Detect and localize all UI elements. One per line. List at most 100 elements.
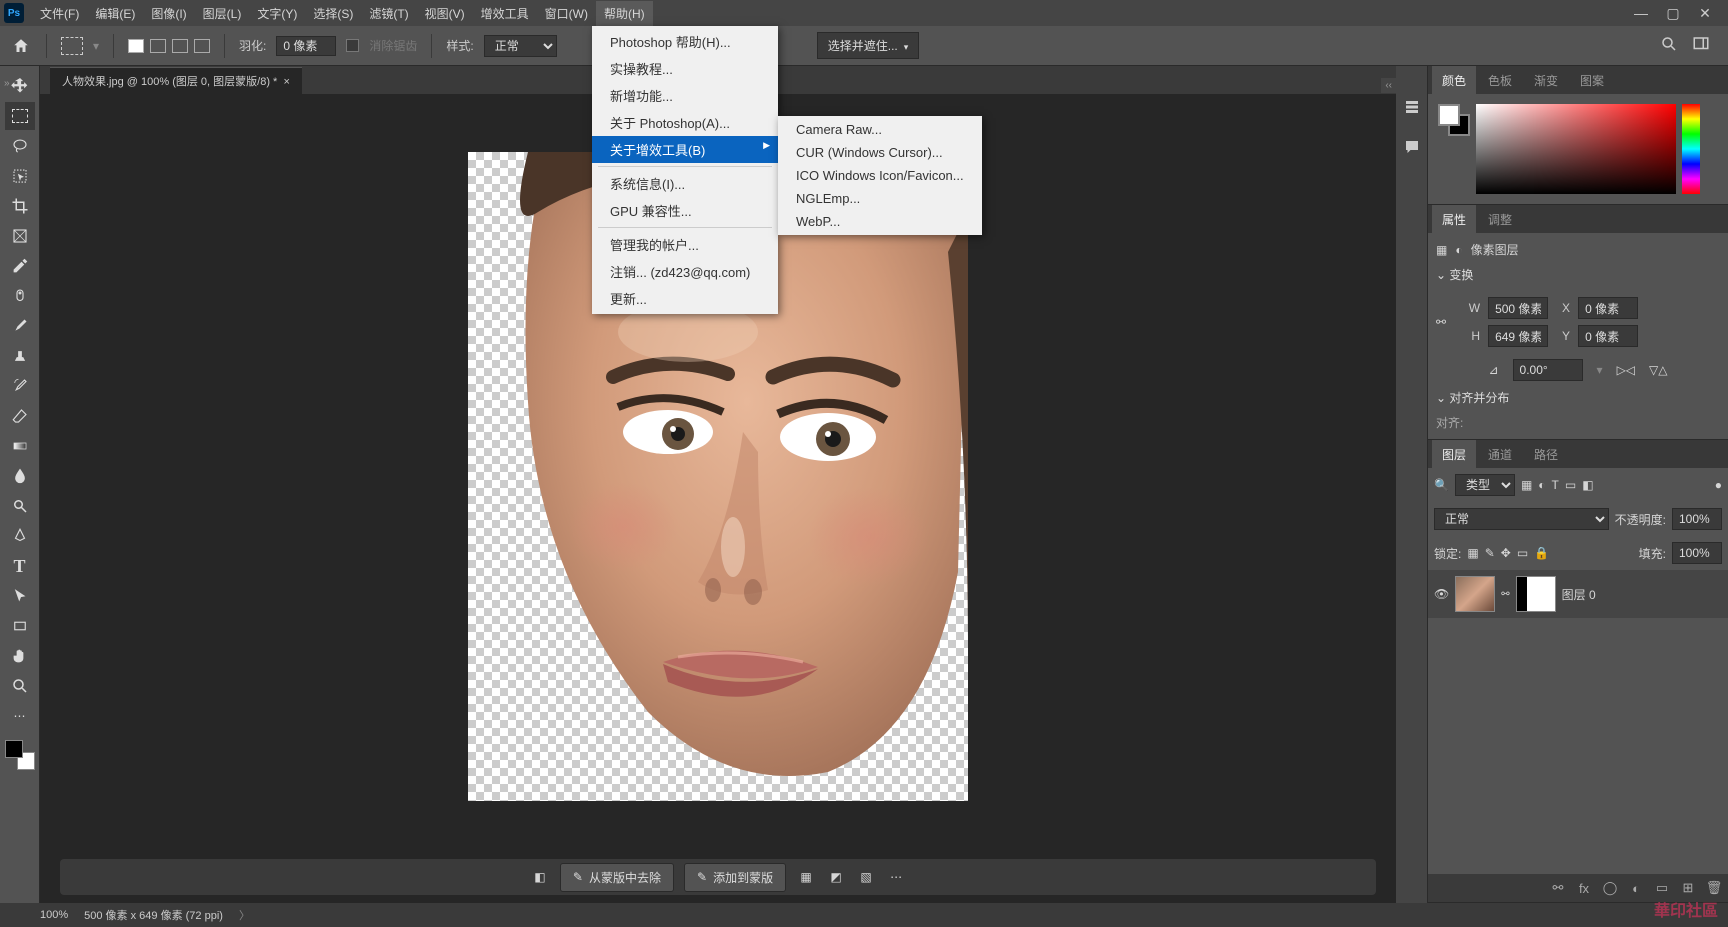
group-icon[interactable]: ▭ [1654, 880, 1670, 896]
mask-icon-3[interactable]: ▧ [856, 867, 876, 887]
swatches-tab[interactable]: 色板 [1478, 66, 1522, 95]
help-menu-item[interactable]: 实操教程... [592, 55, 778, 82]
marquee-tool[interactable] [5, 102, 35, 130]
add-selection-icon[interactable] [150, 39, 166, 53]
filter-toggle[interactable]: ● [1715, 478, 1722, 492]
maximize-button[interactable]: ▢ [1666, 6, 1680, 20]
lock-all-icon[interactable]: 🔒 [1534, 546, 1549, 560]
menu-编辑[interactable]: 编辑(E) [87, 1, 143, 26]
opacity-input[interactable] [1672, 508, 1722, 530]
flip-v-icon[interactable]: ▽△ [1649, 363, 1667, 377]
adjustments-tab[interactable]: 调整 [1478, 205, 1522, 234]
layer-thumbnail[interactable] [1455, 576, 1495, 612]
collapse-panels-icon[interactable]: ‹‹ [1381, 78, 1396, 93]
search-icon[interactable] [1660, 35, 1678, 56]
flip-h-icon[interactable]: ▷◁ [1617, 363, 1635, 377]
layer-name[interactable]: 图层 0 [1562, 586, 1596, 603]
blur-tool[interactable] [5, 462, 35, 490]
frame-tool[interactable] [5, 222, 35, 250]
menu-图层[interactable]: 图层(L) [195, 1, 250, 26]
help-menu-item[interactable]: GPU 兼容性... [592, 197, 778, 224]
visibility-icon[interactable]: 👁 [1434, 587, 1449, 601]
foreground-color[interactable] [5, 740, 23, 758]
menu-窗口[interactable]: 窗口(W) [537, 1, 596, 26]
comments-icon[interactable] [1401, 136, 1423, 158]
add-mask-icon[interactable]: ◯ [1602, 880, 1618, 896]
object-selection-tool[interactable] [5, 162, 35, 190]
lock-move-icon[interactable]: ✥ [1501, 546, 1511, 560]
menu-选择[interactable]: 选择(S) [305, 1, 361, 26]
layer-mask-thumbnail[interactable] [1516, 576, 1556, 612]
help-menu-item[interactable]: 新增功能... [592, 82, 778, 109]
intersect-selection-icon[interactable] [194, 39, 210, 53]
workspace-icon[interactable] [1692, 35, 1710, 56]
filter-smart-icon[interactable]: ◧ [1582, 478, 1593, 492]
submenu-item[interactable]: CUR (Windows Cursor)... [778, 141, 982, 164]
filter-icon[interactable]: 🔍 [1434, 478, 1449, 492]
properties-icon[interactable]: ◧ [530, 867, 550, 887]
path-selection-tool[interactable] [5, 582, 35, 610]
menu-文字[interactable]: 文字(Y) [249, 1, 305, 26]
menu-图像[interactable]: 图像(I) [143, 1, 194, 26]
eyedropper-tool[interactable] [5, 252, 35, 280]
fill-input[interactable] [1672, 542, 1722, 564]
zoom-tool[interactable] [5, 672, 35, 700]
color-tab[interactable]: 颜色 [1432, 66, 1476, 95]
layer-row[interactable]: 👁 ⚯ 图层 0 [1428, 570, 1728, 618]
zoom-level[interactable]: 100% [40, 909, 68, 921]
filter-type-select[interactable]: 类型 [1455, 474, 1515, 496]
lasso-tool[interactable] [5, 132, 35, 160]
link-icon[interactable]: ⚯ [1436, 315, 1446, 329]
menu-增效工具[interactable]: 增效工具 [473, 1, 537, 26]
adjustment-layer-icon[interactable]: ◐ [1628, 880, 1644, 896]
submenu-item[interactable]: NGLEmp... [778, 187, 982, 210]
align-section[interactable]: 对齐并分布 [1436, 389, 1720, 406]
submenu-item[interactable]: ICO Windows Icon/Favicon... [778, 164, 982, 187]
new-layer-icon[interactable]: ⊞ [1680, 880, 1696, 896]
link-layers-icon[interactable]: ⚯ [1550, 880, 1566, 896]
hue-slider[interactable] [1682, 104, 1700, 194]
angle-input[interactable] [1513, 359, 1583, 381]
clone-stamp-tool[interactable] [5, 342, 35, 370]
subtract-selection-icon[interactable] [172, 39, 188, 53]
submenu-item[interactable]: Camera Raw... [778, 118, 982, 141]
home-icon[interactable] [10, 35, 32, 57]
hand-tool[interactable] [5, 642, 35, 670]
channels-tab[interactable]: 通道 [1478, 440, 1522, 469]
y-input[interactable] [1578, 325, 1638, 347]
pen-tool[interactable] [5, 522, 35, 550]
submenu-item[interactable]: WebP... [778, 210, 982, 233]
menu-滤镜[interactable]: 滤镜(T) [361, 1, 416, 26]
lock-artboard-icon[interactable]: ▭ [1517, 546, 1528, 560]
filter-shape-icon[interactable]: ▭ [1565, 478, 1576, 492]
help-menu-item[interactable]: 管理我的帐户... [592, 231, 778, 258]
help-menu-item[interactable]: 关于 Photoshop(A)... [592, 109, 778, 136]
layer-fx-icon[interactable]: fx [1576, 880, 1592, 896]
document-dims[interactable]: 500 像素 x 649 像素 (72 ppi) [84, 907, 223, 923]
menu-帮助[interactable]: 帮助(H) [596, 1, 653, 26]
filter-type-icon[interactable]: T [1552, 478, 1559, 492]
gradient-tool[interactable] [5, 432, 35, 460]
lock-pixels-icon[interactable]: ▦ [1467, 546, 1478, 560]
marquee-tool-icon[interactable] [61, 37, 83, 55]
filter-pixel-icon[interactable]: ▦ [1521, 478, 1532, 492]
help-menu-item[interactable]: 关于增效工具(B) [592, 136, 778, 163]
close-button[interactable]: ✕ [1698, 6, 1712, 20]
select-and-mask-button[interactable]: 选择并遮住... [817, 32, 920, 59]
help-menu-item[interactable]: 更新... [592, 285, 778, 312]
transform-section[interactable]: 变换 [1436, 266, 1720, 283]
width-input[interactable] [1488, 297, 1548, 319]
gradients-tab[interactable]: 渐变 [1524, 66, 1568, 95]
edit-toolbar[interactable]: ⋯ [5, 702, 35, 730]
menu-视图[interactable]: 视图(V) [417, 1, 473, 26]
eraser-tool[interactable] [5, 402, 35, 430]
dodge-tool[interactable] [5, 492, 35, 520]
color-field[interactable] [1476, 104, 1676, 194]
lock-position-icon[interactable]: ✎ [1485, 546, 1495, 560]
layers-tab[interactable]: 图层 [1432, 440, 1476, 469]
mask-link-icon[interactable]: ⚯ [1501, 589, 1509, 600]
style-select[interactable]: 正常 [484, 35, 557, 57]
remove-from-mask-button[interactable]: ✎从蒙版中去除 [560, 863, 674, 892]
feather-input[interactable] [276, 36, 336, 56]
minimize-button[interactable]: — [1634, 6, 1648, 20]
